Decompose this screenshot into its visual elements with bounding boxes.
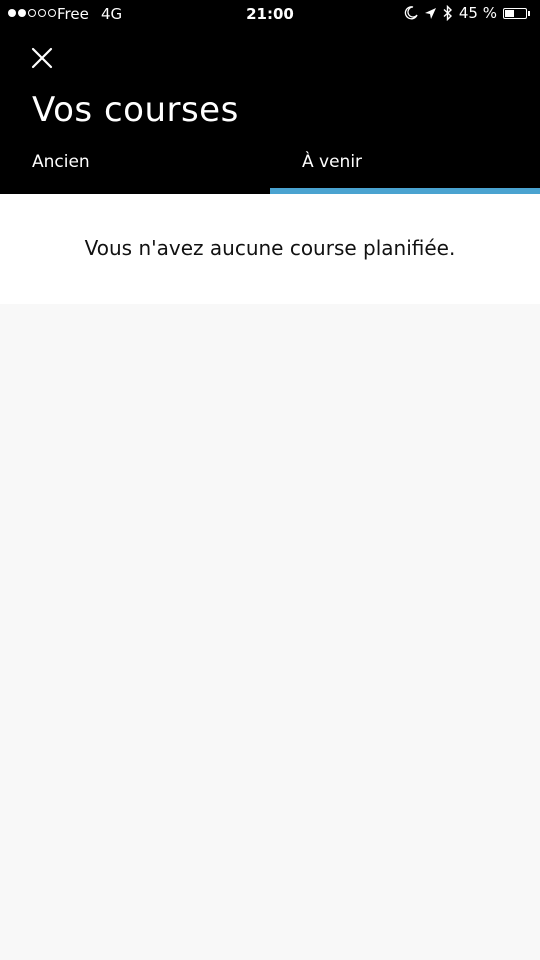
moon-icon <box>404 6 418 20</box>
status-bar: Free 4G 21:00 45 % <box>0 0 540 28</box>
tab-a-venir[interactable]: À venir <box>302 152 362 172</box>
battery-fill <box>505 9 514 17</box>
battery-tip <box>528 10 530 16</box>
tab-ancien[interactable]: Ancien <box>32 152 90 172</box>
battery-icon <box>503 7 527 19</box>
close-button[interactable] <box>30 46 54 70</box>
battery-percentage: 45 % <box>458 4 497 22</box>
empty-state-panel: Vous n'avez aucune course planifiée. <box>0 194 540 304</box>
status-icons: 45 % <box>404 4 530 22</box>
bluetooth-icon <box>443 5 453 21</box>
page-title: Vos courses <box>32 90 239 130</box>
app-header: Free 4G 21:00 45 % Vos courses Ancien À … <box>0 0 540 194</box>
close-icon <box>31 47 53 69</box>
empty-state-message: Vous n'avez aucune course planifiée. <box>84 236 456 260</box>
location-arrow-icon <box>424 7 437 20</box>
